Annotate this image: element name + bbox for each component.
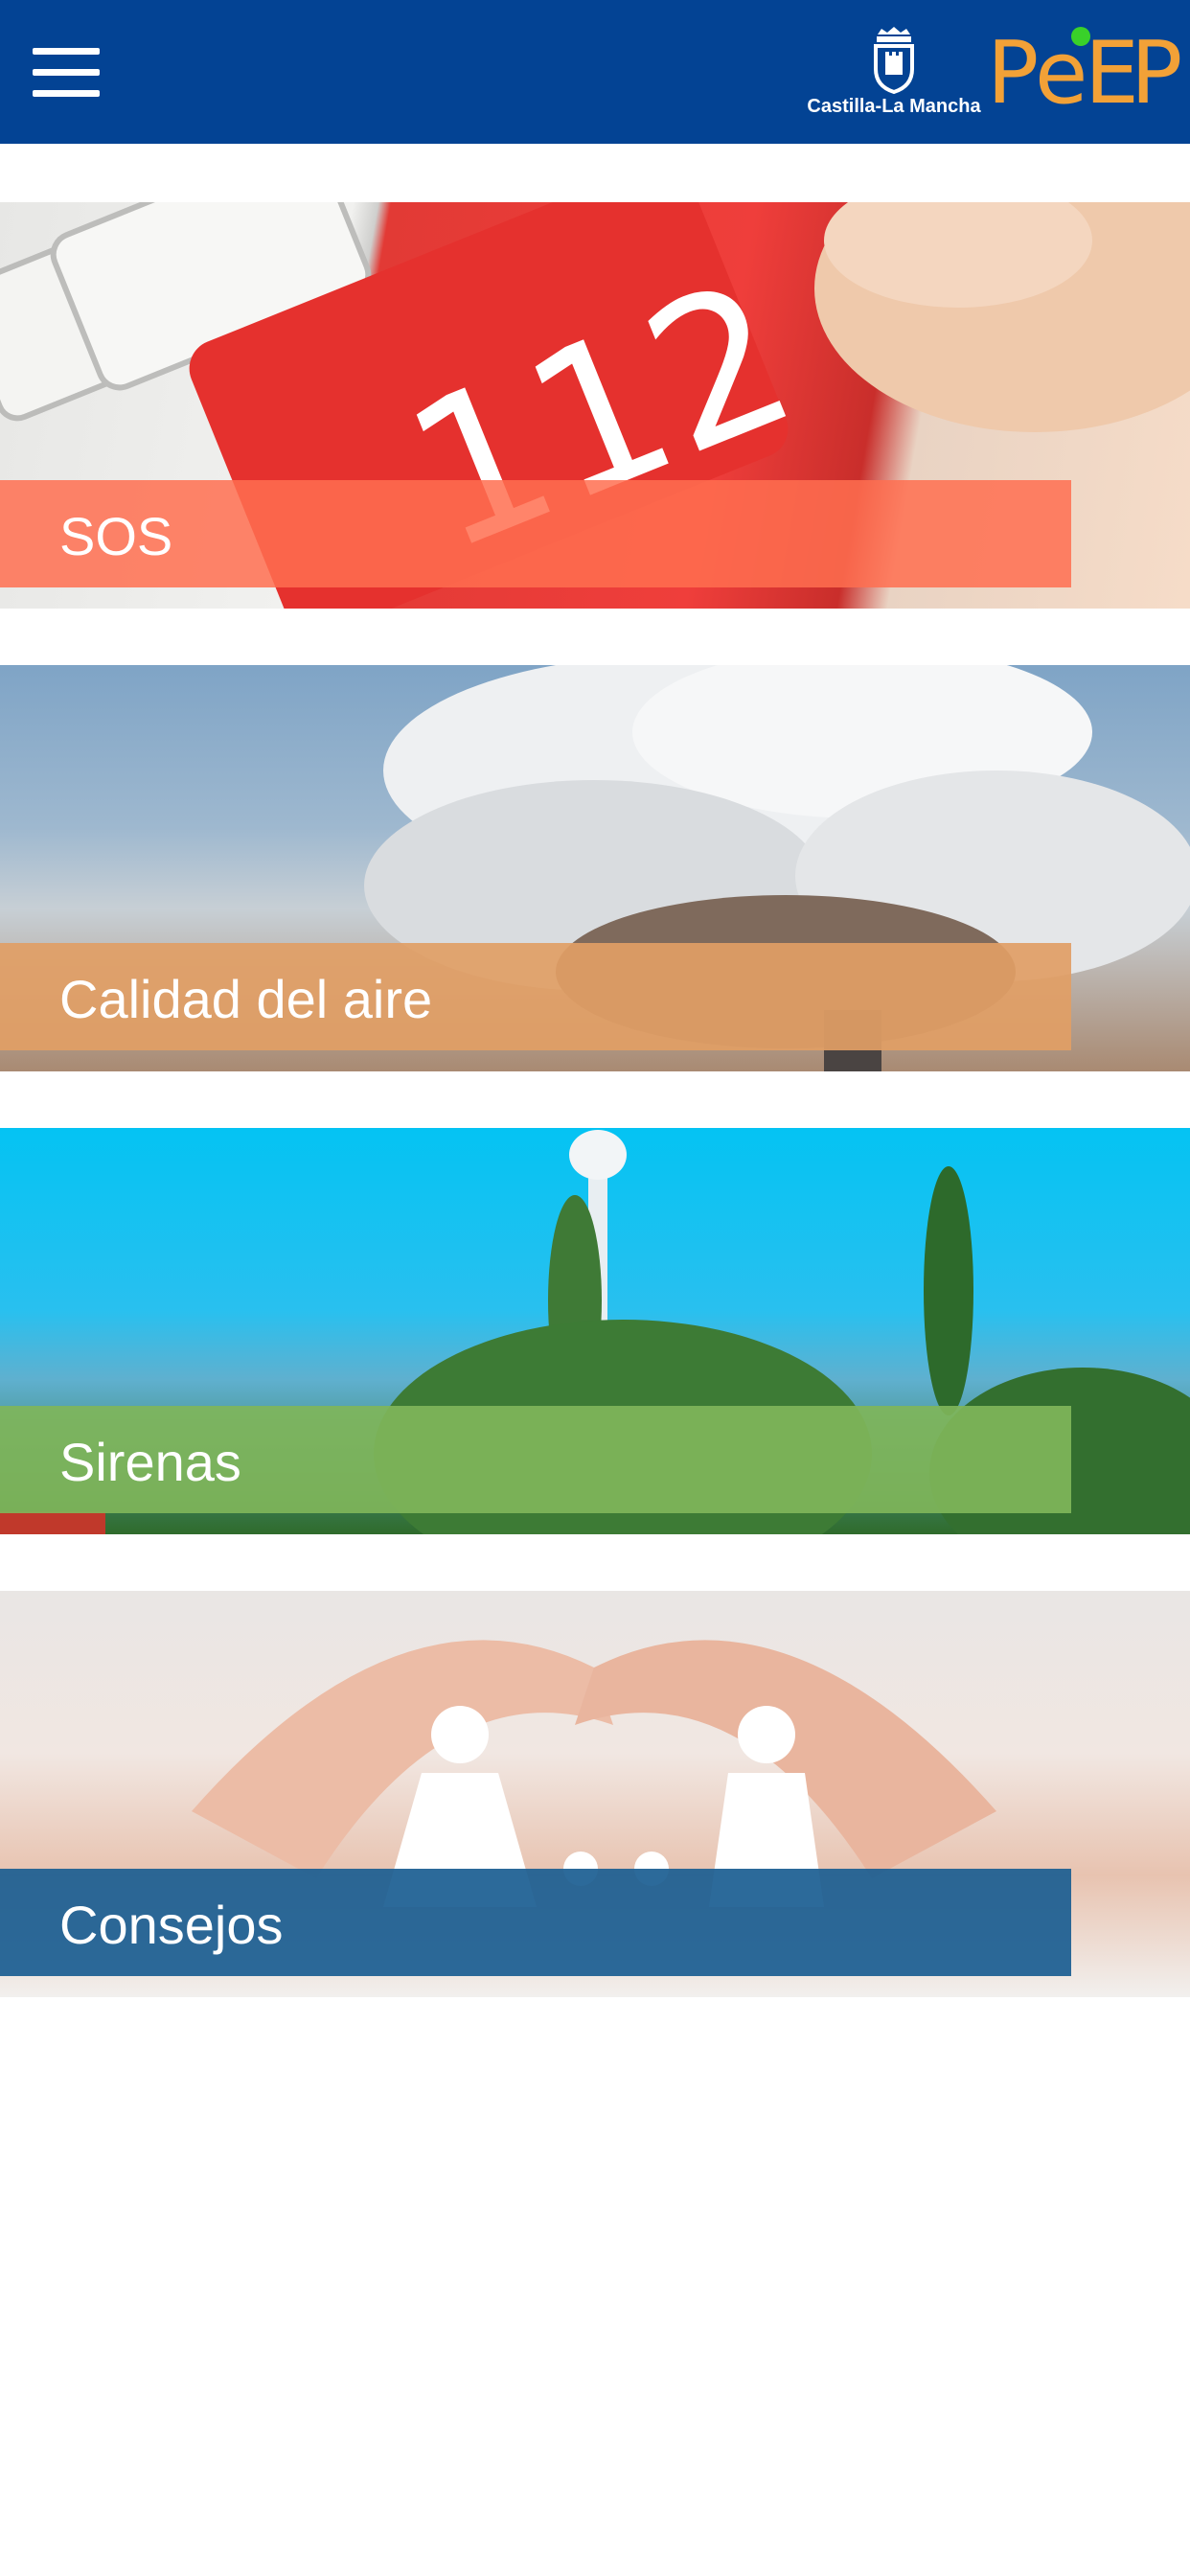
card-label-sirenas: Sirenas <box>59 1432 241 1492</box>
card-sirenas[interactable]: Sirenas <box>0 1128 1190 1534</box>
card-label-sos: SOS <box>59 506 173 566</box>
coat-of-arms-icon <box>874 27 914 94</box>
card-consejos[interactable]: Consejos <box>0 1591 1190 1997</box>
card-label-calidad-del-aire: Calidad del aire <box>59 969 433 1029</box>
card-sos[interactable]: 112 SOS <box>0 202 1190 609</box>
castilla-la-mancha-logo: Castilla-La Mancha <box>805 27 983 123</box>
peep-app-logo: P e E P <box>987 21 1182 126</box>
logo-green-dot <box>1071 27 1090 46</box>
logo-letter-p2: P <box>1131 23 1187 124</box>
top-app-bar: Castilla-La Mancha P e E P <box>0 0 1190 144</box>
hamburger-menu-icon[interactable] <box>33 48 100 98</box>
gov-logo-text: Castilla-La Mancha <box>807 96 981 117</box>
card-calidad-del-aire[interactable]: Calidad del aire <box>0 665 1190 1071</box>
card-label-consejos: Consejos <box>59 1895 284 1955</box>
